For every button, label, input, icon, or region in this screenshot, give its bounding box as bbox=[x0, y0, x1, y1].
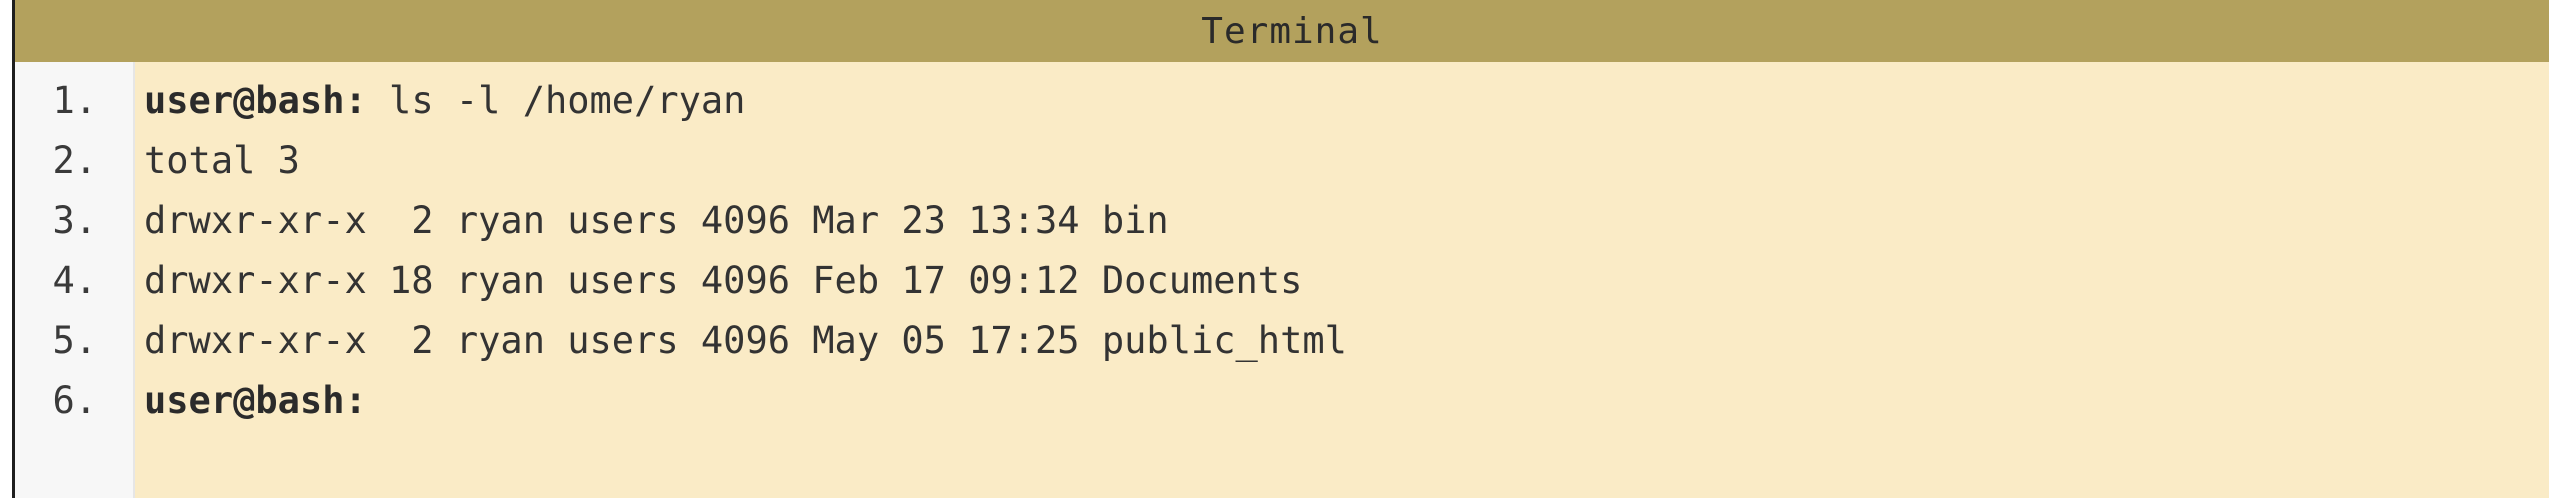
line-number: 3. bbox=[52, 198, 97, 242]
terminal-titlebar: Terminal bbox=[15, 0, 2549, 62]
shell-prompt: user@bash: bbox=[144, 378, 367, 422]
terminal-line: 4. drwxr-xr-x 18 ryan users 4096 Feb 17 … bbox=[15, 250, 2549, 310]
terminal-line: 2. total 3 bbox=[15, 130, 2549, 190]
line-number: 5. bbox=[52, 318, 97, 362]
terminal-line: 6. user@bash: bbox=[15, 370, 2549, 430]
line-number: 4. bbox=[52, 258, 97, 302]
line-code: drwxr-xr-x 2 ryan users 4096 Mar 23 13:3… bbox=[111, 199, 1169, 242]
line-code: drwxr-xr-x 18 ryan users 4096 Feb 17 09:… bbox=[111, 259, 1302, 302]
terminal-output[interactable]: 1. user@bash: ls -l /home/ryan 2. total … bbox=[15, 62, 2549, 498]
line-code: user@bash: ls -l /home/ryan bbox=[111, 79, 745, 122]
shell-prompt: user@bash: bbox=[144, 78, 367, 122]
line-text: drwxr-xr-x 18 ryan users 4096 Feb 17 09:… bbox=[144, 258, 1303, 302]
line-text: drwxr-xr-x 2 ryan users 4096 Mar 23 13:3… bbox=[144, 198, 1169, 242]
line-number: 6. bbox=[52, 378, 97, 422]
line-code: user@bash: bbox=[111, 379, 367, 422]
line-code: total 3 bbox=[111, 139, 300, 182]
terminal-window: Terminal 1. user@bash: ls -l /home/ryan … bbox=[12, 0, 2549, 498]
line-text: drwxr-xr-x 2 ryan users 4096 May 05 17:2… bbox=[144, 318, 1347, 362]
line-text: ls -l /home/ryan bbox=[366, 78, 746, 122]
line-code: drwxr-xr-x 2 ryan users 4096 May 05 17:2… bbox=[111, 319, 1347, 362]
line-number: 2. bbox=[52, 138, 97, 182]
terminal-line: 5. drwxr-xr-x 2 ryan users 4096 May 05 1… bbox=[15, 310, 2549, 370]
window-title: Terminal bbox=[1201, 10, 1383, 52]
line-number: 1. bbox=[52, 78, 97, 122]
line-text: total 3 bbox=[144, 138, 300, 182]
terminal-line: 1. user@bash: ls -l /home/ryan bbox=[15, 70, 2549, 130]
terminal-line: 3. drwxr-xr-x 2 ryan users 4096 Mar 23 1… bbox=[15, 190, 2549, 250]
